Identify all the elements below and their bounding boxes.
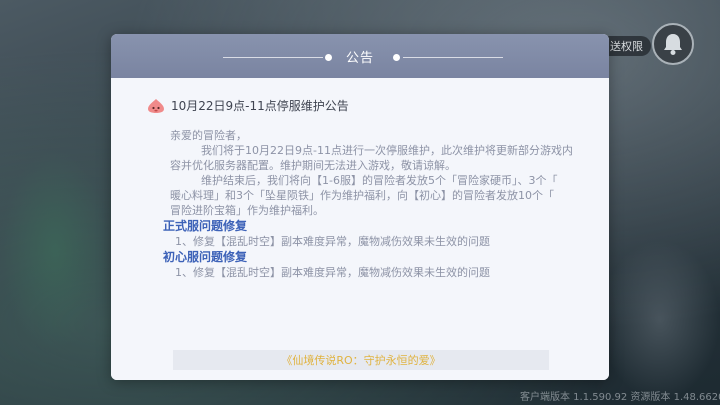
announcement-dialog: 公告 10月22日9点-11点停服维护公告 亲爱的冒险者， 我们将于10月22日… [111,34,609,380]
section1-item: 1、修复【混乱时空】副本难度异常，魔物减伤效果未生效的问题 [175,235,490,248]
greeting: 亲爱的冒险者， [170,129,247,142]
header-line-right [403,57,503,58]
notice-content: 亲爱的冒险者， 我们将于10月22日9点-11点进行一次停服维护，此次维护将更新… [163,128,600,280]
header-dot-left [325,54,332,61]
background-blur-left [0,150,110,350]
section1-title: 正式服问题修复 [163,219,248,233]
dialog-header: 公告 [111,34,609,78]
slogan-text: 《仙境传说RO：守护永恒的爱》 [281,354,441,367]
para1-line2: 容并优化服务器配置。维护期间无法进入游戏，敬请谅解。 [170,159,456,172]
version-info: 客户端版本 1.1.590.92 资源版本 1.48.6620 [520,392,720,403]
header-line-left [223,57,323,58]
para1-line1: 我们将于10月22日9点-11点进行一次停服维护，此次维护将更新部分游戏内 [201,144,573,157]
background-blur-right [600,240,720,400]
permission-pill-label: 送权限 [610,40,643,53]
dialog-body: 10月22日9点-11点停服维护公告 亲爱的冒险者， 我们将于10月22日9点-… [111,78,609,380]
para2-line1: 维护结束后，我们将向【1-6服】的冒险者发放5个「冒险家硬币」、3个「 [201,174,558,187]
notification-button[interactable] [652,23,694,65]
bell-icon [664,34,682,55]
para2-line3: 冒险进阶宝箱」作为维护福利。 [170,204,324,217]
section2-item: 1、修复【混乱时空】副本难度异常，魔物减伤效果未生效的问题 [175,266,490,279]
section2-title: 初心服问题修复 [163,250,248,264]
header-dot-right [393,54,400,61]
notice-header: 10月22日9点-11点停服维护公告 [147,97,349,114]
slogan-bar: 《仙境传说RO：守护永恒的爱》 [173,350,549,370]
notice-title: 10月22日9点-11点停服维护公告 [171,99,349,113]
para2-line2: 暖心料理」和3个「坠星陨铁」作为维护福利，向【初心】的冒险者发放10个「 [170,189,554,202]
poring-icon [148,98,164,113]
dialog-title: 公告 [345,50,374,66]
